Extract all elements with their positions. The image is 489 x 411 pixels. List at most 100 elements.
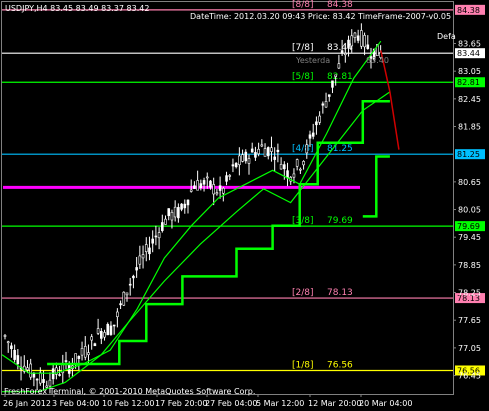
candle-body (279, 164, 283, 170)
candle-body (344, 53, 347, 56)
candle-body (83, 346, 87, 358)
level-label-2: [5/8] (292, 72, 314, 82)
level-tag-text-1: 83.44 (457, 49, 480, 58)
candle-body (318, 115, 321, 123)
candle-body (26, 367, 29, 371)
candle-body (305, 144, 309, 154)
candle-body (93, 343, 97, 347)
candle-body (141, 254, 145, 259)
candle-body (257, 148, 260, 155)
time-tick-label-2: 10 Feb 12:00 (102, 399, 154, 408)
level-label-7: [1/8] (292, 360, 314, 370)
candle-body (337, 63, 341, 69)
candle-body (58, 374, 61, 376)
candle-body (292, 173, 296, 178)
yesterday-label: Yesterda (295, 56, 330, 65)
candle-body (353, 32, 357, 38)
level-value-5: 79.69 (327, 216, 353, 226)
level-label-6: [2/8] (292, 288, 314, 298)
level-value-2: 82.81 (327, 72, 353, 82)
candle-body (324, 101, 328, 108)
candle-body (234, 162, 238, 168)
price-tick-label-6: 79.45 (458, 233, 481, 242)
candle-body (222, 187, 225, 194)
candle-body (100, 330, 103, 339)
candle-body (270, 147, 273, 152)
candle-body (196, 180, 199, 191)
level-tag-text-0: 84.38 (457, 6, 480, 15)
candle-body (122, 291, 126, 306)
candle-body (189, 189, 193, 192)
candle-body (116, 311, 119, 317)
candle-body (6, 341, 10, 344)
level-label-0: [8/8] (292, 0, 314, 10)
candle-body (32, 373, 36, 378)
candle-body (215, 192, 219, 195)
candle-body (238, 155, 241, 166)
candle-body (231, 164, 235, 167)
candle-body (254, 152, 257, 158)
candle-body (177, 207, 180, 219)
price-tick-label-11: 76.45 (458, 372, 481, 381)
candle-body (260, 144, 264, 147)
candle-body (311, 132, 315, 137)
candle-body (96, 328, 100, 334)
candle-body (244, 151, 248, 162)
price-tick-label-1: 83.05 (458, 67, 481, 76)
candle-body (295, 159, 299, 167)
candle-body (10, 345, 13, 350)
candle-body (209, 180, 212, 188)
candle-body (183, 203, 187, 209)
candle-body (164, 218, 167, 225)
level-tag-text-5: 79.69 (457, 222, 480, 231)
symbol-label: USDJPY,H4 83.45 83.49 83.37 83.42 (5, 4, 149, 13)
price-tick-label-3: 81.85 (458, 123, 481, 132)
level-value-3: 81.25 (327, 144, 353, 154)
candle-body (315, 121, 318, 126)
candle-body (173, 206, 177, 218)
level-value-7: 76.56 (327, 360, 353, 370)
price-tick-label-2: 82.45 (458, 95, 481, 104)
candle-body (148, 247, 151, 255)
time-tick-label-1: 3 Feb 04:00 (52, 399, 99, 408)
candle-body (331, 80, 334, 88)
candle-body (366, 44, 370, 49)
candle-body (273, 156, 276, 160)
copyright-label: FreshForex Terminal, © 2001-2010 MetaQuo… (4, 387, 255, 396)
candle-body (106, 324, 110, 336)
candle-body (218, 185, 222, 191)
time-tick-label-0: 26 Jan 2012 (3, 399, 51, 408)
yesterday-value: 83.40 (366, 56, 389, 65)
candle-body (35, 378, 39, 381)
time-tick-label-5: 5 Mar 12:00 (256, 399, 304, 408)
candle-body (299, 168, 302, 171)
candle-body (202, 180, 206, 185)
level-tag-text-2: 82.81 (457, 78, 480, 87)
candle-body (64, 360, 68, 362)
candle-body (80, 348, 84, 356)
candle-body (13, 349, 16, 360)
candle-body (247, 158, 251, 164)
candle-body (29, 363, 32, 378)
candle-body (42, 379, 45, 383)
candle-body (138, 255, 142, 265)
candle-body (151, 238, 154, 244)
level-label-1: [7/8] (292, 43, 314, 53)
candle-body (327, 94, 331, 97)
candle-body (109, 325, 113, 335)
price-tick-label-9: 77.65 (458, 316, 481, 325)
candle-body (263, 148, 267, 157)
candle-body (186, 199, 190, 206)
candle-body (103, 332, 106, 338)
price-chart[interactable]: [8/8] 84.3884.38[7/8] 83.4483.44[5/8] 82.81… (0, 0, 489, 411)
candle-body (112, 324, 116, 327)
candle-body (135, 267, 138, 271)
candle-body (144, 244, 148, 252)
candle-body (157, 232, 161, 239)
candle-body (266, 147, 270, 157)
candle-body (161, 222, 164, 231)
price-tick-label-5: 80.05 (458, 206, 481, 215)
indicator-info: DateTime: 2012.03.20 09:43 Price: 83.42 … (190, 12, 451, 21)
candle-body (205, 176, 209, 179)
candle-body (276, 149, 280, 153)
